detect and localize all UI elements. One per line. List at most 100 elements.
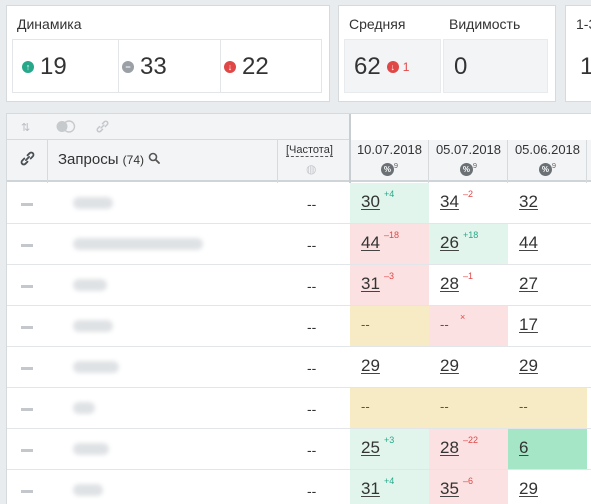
- position-value[interactable]: 31: [361, 479, 380, 499]
- dynamics-equal-value: 33: [140, 53, 167, 80]
- position-value[interactable]: 29: [440, 356, 459, 376]
- average-card: Средняя Видимость 62 ↓ 1 0: [338, 5, 556, 102]
- position-value: --: [361, 399, 370, 414]
- row-action-button[interactable]: [21, 490, 33, 493]
- position-value[interactable]: 44: [519, 233, 538, 253]
- position-delta: ×: [460, 312, 465, 322]
- table-row: -- -- -- × 17: [7, 306, 591, 347]
- position-cell: 34 –2: [429, 183, 508, 223]
- row-action-button[interactable]: [21, 408, 33, 411]
- positions-table: ⇅ Запросы (74) [Частота] ◍ 10.07.2018 05…: [6, 113, 591, 504]
- position-value[interactable]: 29: [519, 356, 538, 376]
- position-cell: 26 +18: [429, 224, 508, 264]
- search-icon[interactable]: [148, 152, 161, 164]
- dynamics-down-box[interactable]: ↓ 22: [220, 39, 322, 93]
- position-value[interactable]: 27: [519, 274, 538, 294]
- position-delta: –22: [463, 435, 479, 445]
- frequency-header[interactable]: [Частота]: [286, 144, 333, 157]
- query-text-redacted[interactable]: [73, 320, 113, 332]
- arrow-up-circle-icon: ↑: [22, 61, 34, 73]
- link-icon[interactable]: [95, 119, 110, 137]
- query-text-redacted[interactable]: [73, 279, 107, 291]
- table-row: -- 25 +3 28 –22 6: [7, 429, 591, 470]
- position-delta: –1: [463, 271, 474, 281]
- position-cell: 17: [508, 306, 587, 346]
- dynamics-title: Динамика: [17, 16, 82, 32]
- position-delta-value: 6: [468, 476, 474, 486]
- position-value: --: [440, 317, 449, 332]
- percent-icon: %: [380, 163, 394, 177]
- position-cell: 32: [508, 183, 587, 223]
- position-value[interactable]: 17: [519, 315, 538, 335]
- frequency-value: --: [307, 196, 317, 212]
- position-value[interactable]: 32: [519, 192, 538, 212]
- row-action-button[interactable]: [21, 449, 33, 452]
- position-value[interactable]: 26: [440, 233, 459, 253]
- position-value[interactable]: 35: [440, 479, 459, 499]
- frequency-value: --: [307, 278, 317, 294]
- position-value[interactable]: 28: [440, 438, 459, 458]
- minus-circle-icon: −: [122, 61, 134, 73]
- query-text-redacted[interactable]: [73, 361, 119, 373]
- table-row: -- 29 29 29: [7, 347, 591, 388]
- range-value: 1: [580, 53, 591, 80]
- dynamics-up-box[interactable]: ↑ 19: [12, 39, 120, 93]
- position-value[interactable]: 34: [440, 192, 459, 212]
- table-row: -- 44 –18 26 +18 44: [7, 224, 591, 265]
- row-action-button[interactable]: [21, 367, 33, 370]
- query-text-redacted[interactable]: [73, 484, 103, 496]
- toggle-icon[interactable]: [55, 120, 77, 136]
- position-value[interactable]: 6: [519, 438, 528, 458]
- position-value[interactable]: 29: [361, 356, 380, 376]
- position-value[interactable]: 30: [361, 192, 380, 212]
- query-text-redacted[interactable]: [73, 238, 203, 250]
- table-row: -- 31 –3 28 –1 27: [7, 265, 591, 306]
- position-delta: –18: [384, 230, 400, 240]
- percent-badge: % 9: [350, 161, 429, 177]
- dynamics-down-value: 22: [242, 53, 269, 80]
- position-delta: +4: [384, 189, 395, 199]
- position-delta: –3: [384, 271, 395, 281]
- position-cell: --: [350, 388, 429, 428]
- position-cell: 44 –18: [350, 224, 429, 264]
- average-title: Средняя: [349, 16, 406, 32]
- dynamics-card: Динамика ↑ 19 − 33 ↓ 22: [6, 5, 330, 102]
- row-action-button[interactable]: [21, 203, 33, 206]
- arrow-down-circle-icon: ↓: [224, 61, 236, 73]
- query-text-redacted[interactable]: [73, 197, 113, 209]
- row-action-button[interactable]: [21, 285, 33, 288]
- position-value[interactable]: 44: [361, 233, 380, 253]
- visibility-box: 0: [443, 39, 548, 93]
- table-row: -- 30 +4 34 –2 32: [7, 183, 591, 224]
- date-header[interactable]: 05.07.2018: [429, 142, 508, 157]
- average-delta: 1: [402, 60, 410, 74]
- position-delta-value: 2: [468, 189, 474, 199]
- query-text-redacted[interactable]: [73, 402, 95, 414]
- position-cell: 28 –22: [429, 429, 508, 469]
- position-delta: +4: [384, 476, 395, 486]
- date-header[interactable]: 10.07.2018: [350, 142, 429, 157]
- position-value[interactable]: 28: [440, 274, 459, 294]
- link-icon[interactable]: [19, 150, 36, 172]
- sort-icon[interactable]: ⇅: [21, 121, 30, 134]
- table-row: -- 31 +4 35 –6 29: [7, 470, 591, 504]
- range-title: 1-3: [576, 16, 591, 32]
- frequency-value: --: [307, 319, 317, 335]
- position-cell: 44: [508, 224, 587, 264]
- position-value[interactable]: 31: [361, 274, 380, 294]
- position-cell: 30 +4: [350, 183, 429, 223]
- position-value[interactable]: 25: [361, 438, 380, 458]
- queries-header[interactable]: Запросы (74): [58, 151, 161, 168]
- query-text-redacted[interactable]: [73, 443, 109, 455]
- position-value[interactable]: 29: [519, 479, 538, 499]
- date-header[interactable]: 05.06.2018: [508, 142, 587, 157]
- queries-count: (74): [122, 153, 145, 167]
- row-action-button[interactable]: [21, 326, 33, 329]
- dynamics-equal-box[interactable]: − 33: [118, 39, 222, 93]
- globe-icon[interactable]: ◍: [306, 162, 316, 176]
- percent-icon: %: [459, 163, 473, 177]
- frequency-value: --: [307, 360, 317, 376]
- row-action-button[interactable]: [21, 244, 33, 247]
- visibility-value: 0: [454, 53, 468, 80]
- percent-value: 9: [551, 161, 557, 170]
